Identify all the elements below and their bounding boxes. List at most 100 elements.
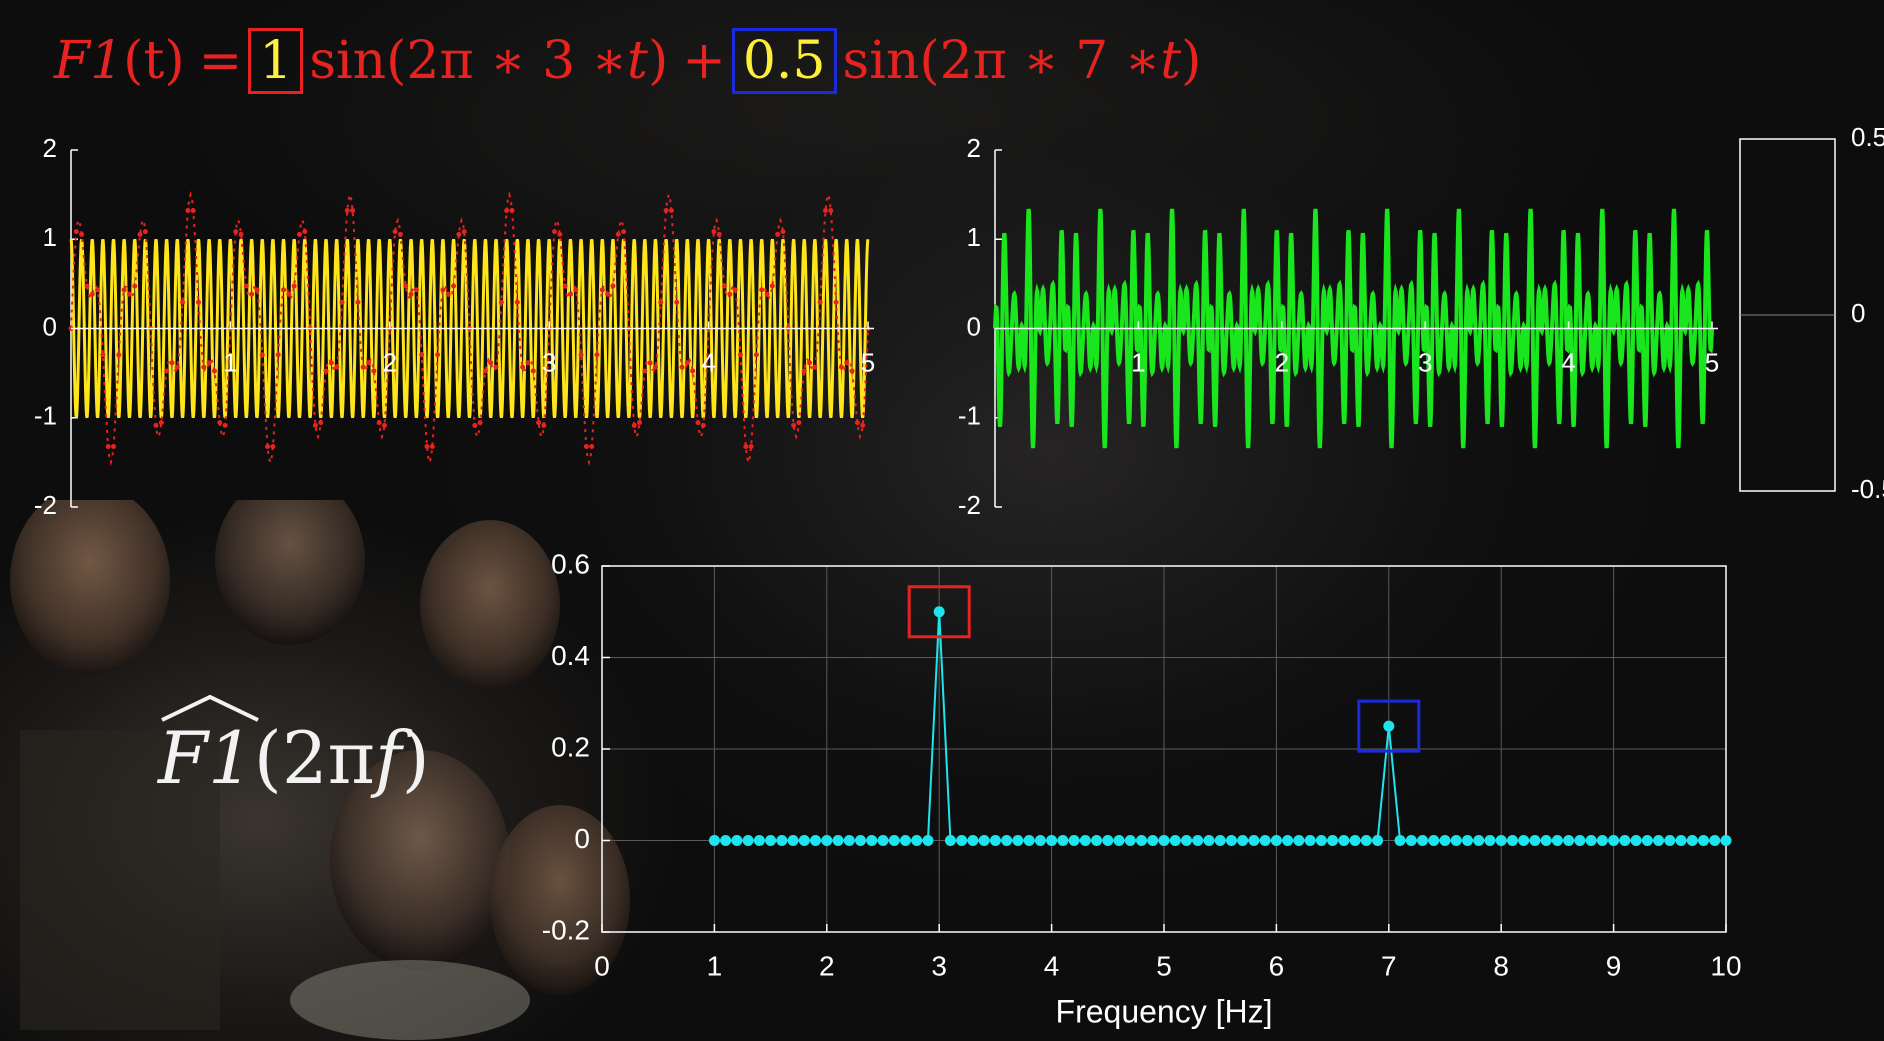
spectrum-point (798, 835, 810, 846)
spectrum-point (720, 835, 732, 846)
spectrum-point (1214, 835, 1226, 846)
spectrum-point (1091, 835, 1103, 846)
spectrum-point (1461, 835, 1473, 846)
x-tick-label: 8 (1493, 950, 1509, 981)
spectrum-point (1450, 835, 1462, 846)
spectrum-point (1619, 835, 1631, 846)
spectrum-plot: 0 1 2 3 4 5 6 7 8 9 100.60.40.20-0.2Frequency [Hz] (542, 548, 1742, 1029)
spectrum-point (944, 835, 956, 846)
spectrum-point (1169, 835, 1181, 846)
spectrum-point (1124, 835, 1136, 846)
spectrum-point (1698, 835, 1710, 846)
spectrum-point (1574, 835, 1586, 846)
spectrum-point (1405, 835, 1417, 846)
spectrum-point (832, 835, 844, 846)
spectrum-point (911, 835, 923, 846)
spectrum-point (1158, 835, 1170, 846)
x-tick-label: 10 (1710, 950, 1741, 981)
spectrum-point (1349, 835, 1361, 846)
spectrum-point (776, 835, 788, 846)
spectrum-point (899, 835, 911, 846)
x-tick-label: 2 (819, 950, 835, 981)
spectrum-point (1012, 835, 1024, 846)
spectrum-point (1304, 835, 1316, 846)
spectrum-point (1675, 835, 1687, 846)
spectrum-point (1372, 835, 1384, 846)
spectrum-point (1046, 835, 1058, 846)
spectrum-point (933, 606, 945, 618)
spectrum-point (1484, 835, 1496, 846)
x-axis-label: Frequency [Hz] (1056, 993, 1273, 1029)
x-tick-label: 6 (1269, 950, 1285, 981)
spectrum-point (821, 835, 833, 846)
spectrum-point (843, 835, 855, 846)
spectrum-point (1338, 835, 1350, 846)
spectrum-point (1079, 835, 1091, 846)
spectrum-point (1653, 835, 1665, 846)
spectrum-point (956, 835, 968, 846)
y-tick-label: 0 (574, 823, 590, 854)
spectrum-point (1327, 835, 1339, 846)
x-tick-label: 4 (1044, 950, 1060, 981)
spectrum-point (765, 835, 777, 846)
spectrum-point (1136, 835, 1148, 846)
spectrum-point (1585, 835, 1597, 846)
spectrum-point (1023, 835, 1035, 846)
spectrum-point (1428, 835, 1440, 846)
x-tick-label: 3 (931, 950, 947, 981)
spectrum-point (866, 835, 878, 846)
spectrum-point (1237, 835, 1249, 846)
spectrum-point (731, 835, 743, 846)
x-tick-label: 0 (594, 950, 610, 981)
x-tick-label: 1 (707, 950, 723, 981)
spectrum-point (877, 835, 889, 846)
spectrum-point (1259, 835, 1271, 846)
spectrum-point (1563, 835, 1575, 846)
x-tick-label: 5 (1156, 950, 1172, 981)
spectrum-point (1709, 835, 1721, 846)
spectrum-point (1495, 835, 1507, 846)
spectrum-point (1057, 835, 1069, 846)
spectrum-point (1225, 835, 1237, 846)
y-tick-label: 0.6 (551, 548, 590, 579)
spectrum-point (1360, 835, 1372, 846)
x-tick-label: 9 (1606, 950, 1622, 981)
spectrum-point (1506, 835, 1518, 846)
spectrum-point (1540, 835, 1552, 846)
spectrum-point (1102, 835, 1114, 846)
x-tick-label: 7 (1381, 950, 1397, 981)
spectrum-point (855, 835, 867, 846)
spectrum-point (1068, 835, 1080, 846)
spectrum-point (1203, 835, 1215, 846)
spectrum-point (1034, 835, 1046, 846)
spectrum-point (922, 835, 934, 846)
spectrum-point (1518, 835, 1530, 846)
spectrum-point (1417, 835, 1429, 846)
spectrum-point (1664, 835, 1676, 846)
spectrum-point (1630, 835, 1642, 846)
spectrum-point (1720, 835, 1732, 846)
y-tick-label: -0.2 (542, 914, 590, 945)
spectrum-point (1551, 835, 1563, 846)
spectrum-point (1473, 835, 1485, 846)
spectrum-point (1596, 835, 1608, 846)
spectrum-point (753, 835, 765, 846)
spectrum-point (1282, 835, 1294, 846)
spectrum-point (978, 835, 990, 846)
spectrum-point (1293, 835, 1305, 846)
spectrum-point (1529, 835, 1541, 846)
spectrum-point (1641, 835, 1653, 846)
spectrum-point (1113, 835, 1125, 846)
spectrum-point (1192, 835, 1204, 846)
spectrum-point (810, 835, 822, 846)
spectrum-point (1180, 835, 1192, 846)
spectrum-point (708, 835, 720, 846)
spectrum-point (1147, 835, 1159, 846)
spectrum-point (1608, 835, 1620, 846)
spectrum-point (1270, 835, 1282, 846)
spectrum-point (888, 835, 900, 846)
spectrum-point (787, 835, 799, 846)
spectrum-series-line (714, 611, 1726, 842)
spectrum-point (1383, 720, 1395, 732)
spectrum-point (1001, 835, 1013, 846)
